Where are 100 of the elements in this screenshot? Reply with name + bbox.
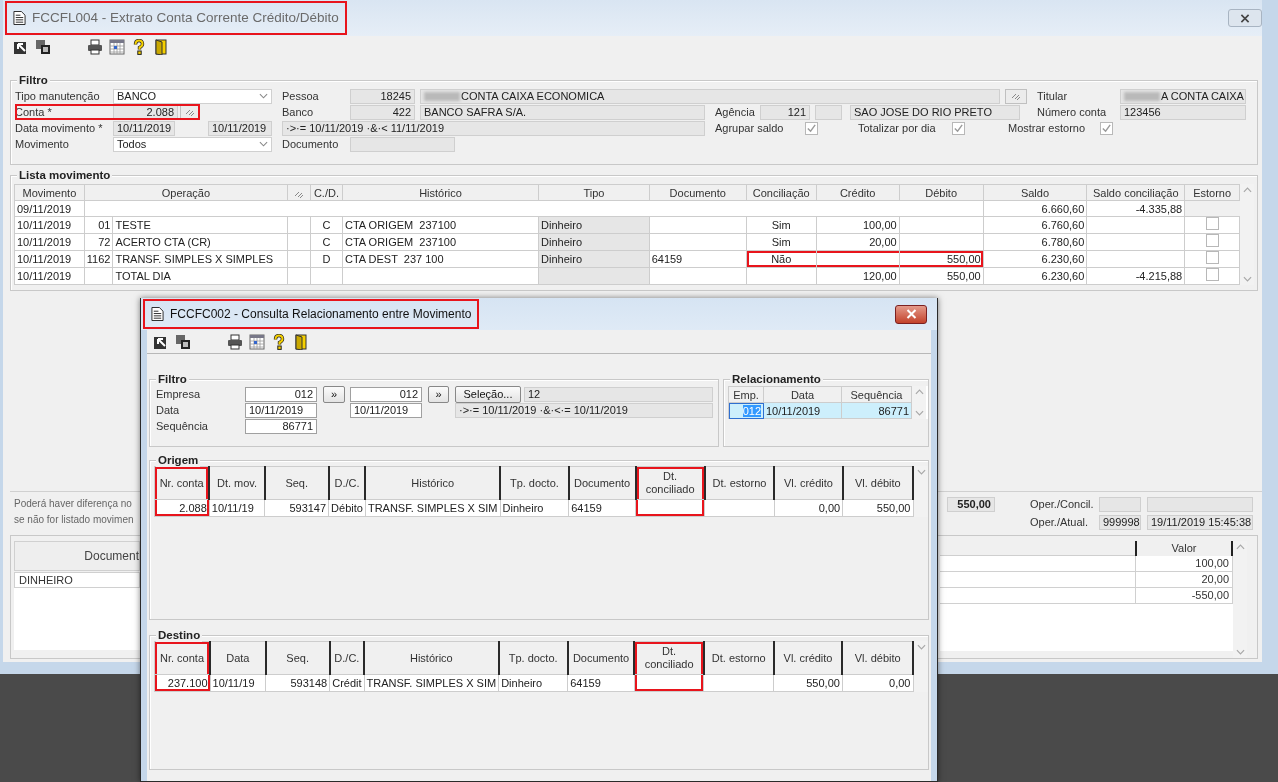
copy-button[interactable]: » [428,385,449,403]
column-header[interactable]: Histórico [342,184,539,201]
help-icon[interactable] [271,333,287,350]
column-header[interactable] [287,184,311,201]
calendar-icon[interactable] [249,333,265,350]
scroll-down-icon[interactable] [1242,276,1252,282]
column-header[interactable]: Documento [567,641,635,675]
text-field[interactable] [815,104,842,120]
scroll-up-icon[interactable] [1235,544,1245,550]
printer-icon[interactable] [87,39,103,55]
column-header[interactable]: Dt. conciliado [634,641,704,675]
column-header[interactable]: Seq. [265,641,330,675]
scroll-down-icon[interactable] [916,644,926,650]
text-field[interactable] [1099,496,1141,512]
column-header[interactable]: D./C. [329,641,365,675]
column-header[interactable]: Histórico [365,466,500,500]
column-header[interactable]: Seq. [264,466,329,500]
scroll-down-icon[interactable] [1235,649,1245,655]
column-header[interactable]: Dt. estorno [703,641,774,675]
column-header[interactable]: Estorno [1184,184,1240,201]
column-header[interactable]: Histórico [364,641,499,675]
checkbox[interactable] [1205,217,1219,230]
lookup-button[interactable] [1005,88,1027,104]
windows-icon[interactable] [35,39,51,55]
column-header[interactable]: Saldo [983,184,1087,201]
column-header[interactable]: Vl. crédito [773,641,843,675]
text-field[interactable]: 10/11/2019 [208,120,272,136]
text-field[interactable]: 10/11/2019 [113,120,175,136]
text-field[interactable]: 18245 [350,88,415,104]
column-header[interactable]: Vl. débito [842,466,913,500]
checkbox[interactable] [1100,121,1113,135]
exit-icon[interactable] [293,333,309,350]
column-header[interactable]: Data [763,386,842,403]
windows-icon[interactable] [175,333,191,350]
column-header[interactable]: Documento [649,184,747,201]
column-header[interactable]: Nr. conta [154,641,211,675]
column-header[interactable]: Crédito [816,184,900,201]
close-button[interactable] [895,304,927,324]
column-header[interactable]: Tp. docto. [498,641,568,675]
text-field[interactable]: 19/11/2019 15:45:38 [1147,514,1253,530]
column-header[interactable]: Sequência [841,386,912,403]
column-header[interactable]: Movimento [14,184,85,201]
text-field[interactable]: 121 [760,104,810,120]
column-header[interactable]: Dt. estorno [704,466,775,500]
column-header[interactable]: Emp. [728,386,764,403]
calendar-icon[interactable] [109,39,125,55]
scroll-up-icon[interactable] [1242,187,1252,193]
column-header[interactable]: Data [210,641,266,675]
text-field[interactable]: 012 [245,386,317,402]
text-field[interactable]: A CONTA CAIXA [1120,88,1246,104]
selection-button[interactable]: Seleção... [455,385,521,403]
text-field[interactable] [350,136,455,152]
text-field[interactable]: 10/11/2019 [350,402,422,418]
checkbox[interactable] [805,121,818,135]
text-field[interactable]: 86771 [245,418,317,434]
text-field[interactable]: CONTA CAIXA ECONOMICA [420,88,1000,104]
scroll-down-icon[interactable] [914,410,924,416]
scroll-down-icon[interactable] [916,469,926,475]
checkbox[interactable] [952,121,965,135]
column-header[interactable]: Dt. conciliado [635,466,705,500]
help-icon[interactable] [131,39,147,55]
column-header[interactable]: Conciliação [746,184,817,201]
column-header[interactable]: Vl. crédito [774,466,843,500]
text-field[interactable]: 2.088 [113,104,178,120]
column-header[interactable]: Saldo conciliação [1086,184,1185,201]
exit-icon[interactable] [153,39,169,55]
column-header[interactable]: Tp. docto. [500,466,569,500]
dropdown[interactable]: Todos [113,136,272,152]
column-header[interactable]: D./C. [328,466,366,500]
column-header[interactable]: Tipo [538,184,650,201]
text-field[interactable]: 123456 [1120,104,1246,120]
column-header[interactable]: Dt. mov. [209,466,265,500]
table-cell: 550,00 [899,250,984,268]
lookup-button[interactable] [180,104,200,120]
column-header[interactable]: C./D. [310,184,343,201]
printer-icon[interactable] [227,333,243,350]
text-field[interactable]: 550,00 [947,496,995,512]
column-header[interactable]: Débito [899,184,984,201]
text-field[interactable]: ·>·= 10/11/2019 ·&·<·= 10/11/2019 [455,402,713,418]
checkbox[interactable] [1205,234,1219,247]
text-field[interactable]: BANCO SAFRA S/A. [420,104,705,120]
scroll-up-icon[interactable] [914,389,924,395]
column-header[interactable]: Operação [84,184,288,201]
column-header[interactable]: Documento [568,466,636,500]
close-button[interactable] [1228,9,1262,27]
column-header[interactable]: Vl. débito [842,641,913,675]
text-field[interactable]: 422 [350,104,415,120]
text-field[interactable]: 012 [350,386,422,402]
copy-button[interactable]: » [323,385,345,403]
column-header[interactable]: Nr. conta [154,466,210,500]
checkbox[interactable] [1205,268,1219,281]
text-field[interactable]: 12 [524,386,713,402]
checkbox[interactable] [1205,251,1219,264]
column-header[interactable]: Document [14,541,140,571]
dropdown[interactable]: BANCO [113,88,272,104]
text-field[interactable]: 999998 [1099,514,1141,530]
text-field[interactable]: 10/11/2019 [245,402,317,418]
text-field[interactable]: ·>·= 10/11/2019 ·&·< 11/11/2019 [282,120,705,136]
text-field[interactable]: SAO JOSE DO RIO PRETO [850,104,1020,120]
text-field[interactable] [1147,496,1253,512]
